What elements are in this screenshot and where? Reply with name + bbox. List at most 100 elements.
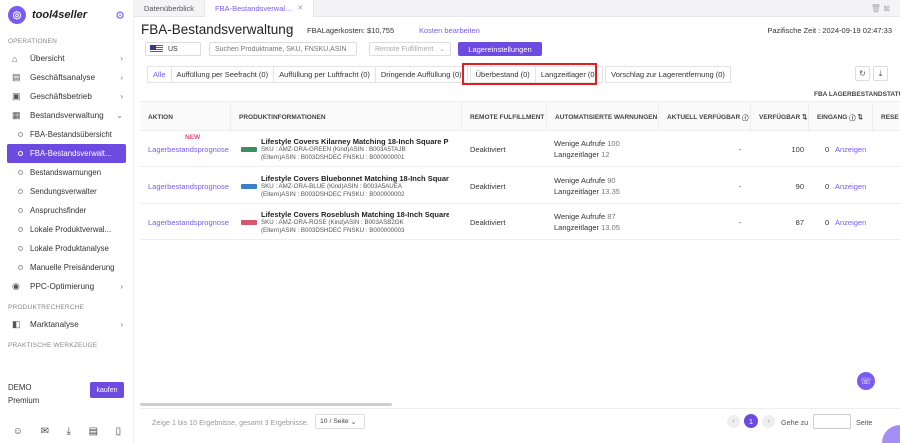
forecast-link[interactable]: Lagerbestandsprognose bbox=[148, 218, 229, 227]
warn-label: Langzeitlager bbox=[554, 150, 600, 159]
export-icon[interactable]: ⤓ bbox=[873, 66, 888, 81]
tab-air-freight[interactable]: Auffüllung per Luftfracht (0) bbox=[273, 66, 376, 83]
sidebar: ◎ tool4seller ⚙ OPERATIONEN ⌂ Übersicht › … bbox=[0, 0, 134, 443]
available-value: 100 bbox=[791, 144, 804, 154]
logo-row: ◎ tool4seller ⚙ bbox=[0, 0, 133, 30]
nav-ppc[interactable]: ◉ PPC-Optimierung › bbox=[0, 277, 133, 296]
info-icon[interactable]: ⓘ bbox=[742, 112, 749, 122]
remote-fulfillment-value: Deaktiviert bbox=[470, 144, 506, 154]
marketplace-select[interactable]: US bbox=[145, 42, 201, 56]
logo-icon: ◎ bbox=[8, 6, 26, 24]
table-header: AKTION PRODUKTINFORMATIONEN REMOTE FULFI… bbox=[140, 101, 900, 132]
horizontal-scrollbar[interactable] bbox=[140, 403, 392, 406]
view-inbound-link[interactable]: Anzeigen bbox=[835, 168, 866, 204]
nav-overview[interactable]: ⌂ Übersicht › bbox=[0, 49, 133, 68]
chevron-down-icon: ⌄ bbox=[350, 418, 357, 426]
delete-icon[interactable]: 🗑 bbox=[871, 4, 881, 13]
document-icon[interactable]: ▤ bbox=[89, 426, 98, 437]
remote-fulfillment-value: Deaktiviert bbox=[470, 181, 506, 191]
warnings-cell: Wenige Aufrufe 100 Langzeitlager 12 bbox=[554, 131, 620, 167]
close-tabs-icon[interactable]: ⊠ bbox=[883, 4, 890, 13]
tab-sea-freight[interactable]: Auffüllung per Seefracht (0) bbox=[170, 66, 275, 83]
next-page-icon[interactable]: › bbox=[762, 415, 775, 428]
current-page[interactable]: 1 bbox=[744, 414, 758, 428]
product-cell: Lifestyle Covers Kilarney Matching 18-In… bbox=[241, 131, 449, 167]
tab-all[interactable]: Alle bbox=[147, 66, 172, 83]
app-name: tool4seller bbox=[32, 9, 88, 21]
product-thumbnail[interactable] bbox=[241, 182, 257, 191]
subnav-local-product-analysis[interactable]: Lokale Produktanalyse bbox=[0, 239, 133, 258]
dot-icon bbox=[18, 227, 23, 232]
bottom-toolbar: ☺ ✉ ⤓ ▤ ▯ bbox=[0, 420, 134, 443]
mail-icon[interactable]: ✉ bbox=[41, 426, 49, 437]
marketplace-value: US bbox=[168, 45, 178, 53]
forecast-link[interactable]: Lagerbestandsprognose bbox=[148, 145, 229, 154]
tab-data-overview[interactable]: Datenüberblick bbox=[134, 0, 204, 17]
nav-label: Marktanalyse bbox=[30, 320, 79, 329]
subnav-local-product-management[interactable]: Lokale Produktverwal... bbox=[0, 220, 133, 239]
search-input[interactable] bbox=[209, 42, 357, 56]
edit-costs-link[interactable]: Kosten bearbeiten bbox=[419, 26, 480, 35]
col-inbound[interactable]: EINGANG ⓘ ⇅ bbox=[809, 102, 873, 132]
home-icon: ⌂ bbox=[12, 53, 18, 64]
warn-value: 13.35 bbox=[601, 187, 620, 196]
close-icon[interactable]: ✕ bbox=[297, 4, 303, 12]
warn-label: Langzeitlager bbox=[554, 223, 600, 232]
download-icon[interactable]: ⤓ bbox=[67, 426, 71, 437]
tab-urgent-replenishment[interactable]: Dringende Auffüllung (0) bbox=[374, 66, 468, 83]
fba-storage-cost: FBALagerkosten: $10,755 bbox=[307, 26, 395, 35]
nav-business-analysis[interactable]: ▤ Geschäftsanalyse › bbox=[0, 68, 133, 87]
highlight-box bbox=[462, 63, 597, 85]
help-icon[interactable]: ? bbox=[286, 25, 291, 35]
pagination-footer: Zeige 1 bis 10 Ergebnisse, gesamt 3 Erge… bbox=[140, 408, 900, 436]
col-reserved: RESE bbox=[881, 113, 899, 121]
goto-page-input[interactable] bbox=[813, 414, 851, 429]
current-available-value: - bbox=[739, 181, 742, 191]
view-inbound-link[interactable]: Anzeigen bbox=[835, 131, 866, 167]
col-available[interactable]: VERFÜGBAR ⇅ bbox=[751, 102, 809, 132]
product-thumbnail[interactable] bbox=[241, 218, 257, 227]
subnav-stock-warnings[interactable]: Bestandswarnungen bbox=[0, 163, 133, 182]
tab-fba-management[interactable]: FBA-Bestandsverwal... ✕ bbox=[204, 0, 315, 17]
product-title[interactable]: Lifestyle Covers Roseblush Matching 18-I… bbox=[261, 210, 449, 219]
settings-gear-icon[interactable]: ⚙ bbox=[115, 9, 125, 22]
subnav-fba-overview[interactable]: FBA-Bestandsübersicht bbox=[0, 125, 133, 144]
chevron-right-icon: › bbox=[120, 282, 123, 291]
nav-market-analysis[interactable]: ◧ Marktanalyse › bbox=[0, 315, 133, 334]
product-meta-1: SKU : AMZ-ORA-ROSE (Kind)ASIN : B003ASB2… bbox=[261, 218, 404, 226]
product-title[interactable]: Lifestyle Covers Kilarney Matching 18-In… bbox=[261, 137, 449, 146]
mobile-icon[interactable]: ▯ bbox=[116, 426, 122, 437]
dot-icon bbox=[18, 151, 23, 156]
available-value: 87 bbox=[795, 217, 804, 227]
subnav-manual-price-change[interactable]: Manuelle Preisänderung bbox=[0, 258, 133, 277]
chevron-down-icon: ⌄ bbox=[116, 111, 123, 120]
subnav-fba-management[interactable]: FBA-Bestandsverwalt... bbox=[7, 144, 126, 163]
buy-button[interactable]: kaufen bbox=[90, 382, 124, 398]
page-size-select[interactable]: 10 / Seite ⌄ bbox=[315, 414, 365, 429]
action-cell: NEW Lagerbestandsprognose bbox=[148, 131, 229, 167]
nav-business-operations[interactable]: ▣ Geschäftsbetrieb › bbox=[0, 87, 133, 106]
nav-inventory[interactable]: ▦ Bestandsverwaltung ⌄ bbox=[0, 106, 133, 125]
market-icon: ◧ bbox=[12, 319, 21, 329]
info-icon[interactable]: ⓘ bbox=[849, 112, 856, 122]
remote-fulfillment-select[interactable]: Remote Fulfillment ⌄ bbox=[369, 42, 451, 56]
forecast-link[interactable]: Lagerbestandsprognose bbox=[148, 182, 229, 191]
warn-value: 87 bbox=[607, 212, 616, 221]
product-title[interactable]: Lifestyle Covers Bluebonnet Matching 18-… bbox=[261, 174, 449, 183]
refresh-icon[interactable]: ↻ bbox=[855, 66, 870, 81]
col-product: PRODUKTINFORMATIONEN bbox=[231, 102, 462, 132]
view-inbound-link[interactable]: Anzeigen bbox=[835, 204, 866, 240]
tab-label: FBA-Bestandsverwal... bbox=[215, 3, 292, 13]
subnav-shipment-manager[interactable]: Sendungsverwalter bbox=[0, 182, 133, 201]
warehouse-settings-button[interactable]: Lagereinstellungen bbox=[458, 42, 542, 56]
tab-removal-suggestion[interactable]: Vorschlag zur Lagerentfernung (0) bbox=[605, 66, 731, 83]
chevron-right-icon: › bbox=[120, 73, 123, 82]
subnav-claim-finder[interactable]: Anspruchsfinder bbox=[0, 201, 133, 220]
prev-page-icon[interactable]: ‹ bbox=[727, 415, 740, 428]
col-current-available: AKTUELL VERFÜGBAR ⓘ bbox=[659, 102, 751, 132]
subnav-label: Lokale Produktanalyse bbox=[30, 244, 109, 253]
product-thumbnail[interactable] bbox=[241, 145, 257, 154]
user-icon[interactable]: ☺ bbox=[13, 426, 23, 437]
goto-label: Gehe zu bbox=[781, 418, 809, 427]
support-chat-icon[interactable]: ☏ bbox=[857, 372, 875, 390]
